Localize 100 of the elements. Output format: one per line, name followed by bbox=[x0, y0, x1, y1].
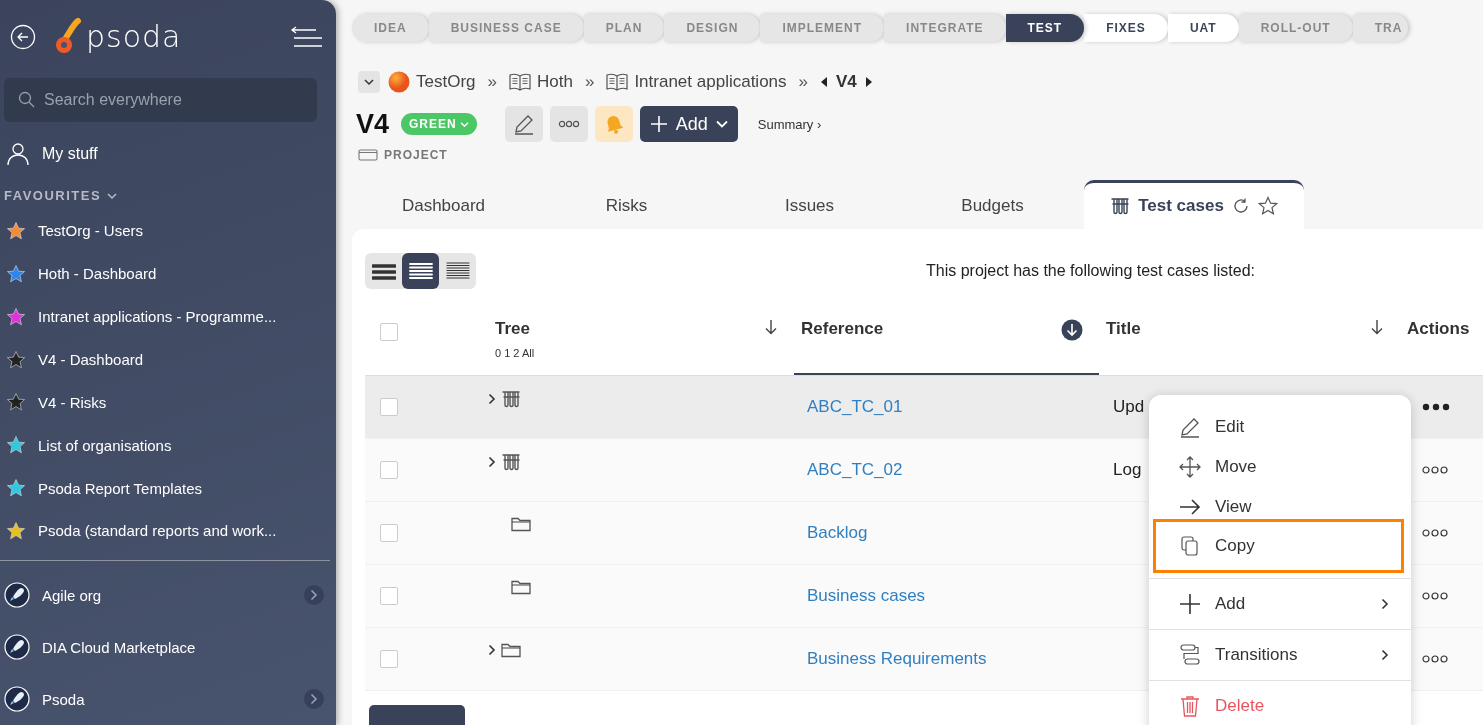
reference-link[interactable]: Backlog bbox=[807, 523, 868, 543]
actions-button[interactable] bbox=[1422, 403, 1450, 411]
test-tubes-icon bbox=[501, 453, 521, 471]
menu-item[interactable]: Delete bbox=[1149, 686, 1411, 725]
add-button[interactable]: Add bbox=[639, 106, 738, 142]
column-header[interactable]: Tree bbox=[495, 319, 764, 339]
edit-button[interactable] bbox=[504, 106, 543, 142]
favourite-link[interactable]: TestOrg - Users bbox=[38, 222, 143, 240]
reference-link[interactable]: Business Requirements bbox=[807, 649, 987, 669]
next-arrow-icon[interactable] bbox=[864, 77, 873, 87]
three-dots-icon bbox=[1422, 529, 1448, 537]
actions-button[interactable] bbox=[1422, 466, 1448, 474]
breadcrumb-link[interactable]: TestOrg bbox=[416, 72, 476, 92]
copy-icon bbox=[1179, 535, 1201, 557]
rocket-icon bbox=[4, 686, 30, 713]
favourite-link[interactable]: List of organisations bbox=[38, 436, 172, 454]
table-cell: Upd bbox=[1113, 397, 1145, 417]
expand-chevron-icon[interactable] bbox=[488, 456, 496, 468]
sort-down-icon[interactable] bbox=[1370, 319, 1384, 335]
summary-link[interactable]: Summary › bbox=[757, 116, 822, 132]
menu-item[interactable]: Transitions bbox=[1149, 635, 1411, 675]
stage-tab[interactable]: FIXES bbox=[1084, 14, 1168, 42]
select-all-checkbox[interactable] bbox=[380, 323, 398, 341]
row-checkbox[interactable] bbox=[380, 650, 398, 668]
favourite-link[interactable]: Intranet applications - Programme... bbox=[38, 308, 277, 326]
row-checkbox[interactable] bbox=[380, 461, 398, 479]
list-lines-icon bbox=[408, 260, 433, 282]
breadcrumb-separator: » bbox=[487, 72, 497, 92]
favourite-link[interactable]: Psoda (standard reports and work... bbox=[38, 522, 277, 540]
three-dots-icon bbox=[1422, 403, 1450, 411]
three-dots-icon bbox=[557, 120, 580, 128]
chevron-down-icon[interactable] bbox=[107, 191, 118, 200]
sort-down-icon[interactable] bbox=[1061, 319, 1083, 341]
three-dots-icon bbox=[1422, 466, 1448, 474]
ball-icon bbox=[388, 71, 410, 93]
previous-arrow-icon[interactable] bbox=[820, 77, 828, 87]
chevron-right-icon bbox=[310, 589, 318, 602]
breadcrumb-link[interactable]: Intranet applications bbox=[634, 72, 787, 92]
book-icon bbox=[606, 73, 629, 91]
plus-icon bbox=[1179, 593, 1201, 615]
menu-item[interactable]: Edit bbox=[1149, 407, 1411, 447]
organisation-link[interactable]: DIA Cloud Marketplace bbox=[42, 638, 324, 656]
expand-button[interactable] bbox=[304, 689, 324, 710]
column-header: Actions bbox=[1407, 319, 1470, 339]
actions-button[interactable] bbox=[1422, 655, 1448, 663]
row-checkbox[interactable] bbox=[380, 398, 398, 416]
test-tubes-icon bbox=[501, 390, 521, 408]
folder-icon bbox=[501, 642, 521, 658]
trash-icon bbox=[1179, 695, 1201, 717]
sort-down-icon[interactable] bbox=[764, 319, 778, 335]
reference-link[interactable]: ABC_TC_02 bbox=[807, 460, 903, 480]
pencil-icon bbox=[1179, 416, 1201, 438]
row-checkbox[interactable] bbox=[380, 587, 398, 605]
actions-button[interactable] bbox=[1422, 529, 1448, 537]
favourite-link[interactable]: Hoth - Dashboard bbox=[38, 265, 157, 283]
chevron-down-icon bbox=[459, 120, 469, 128]
menu-item[interactable]: Add bbox=[1149, 584, 1411, 624]
tree-depth-links[interactable]: 0 1 2 All bbox=[495, 347, 764, 359]
calendar-icon bbox=[358, 149, 378, 161]
search-field[interactable]: Search everywhere bbox=[4, 77, 317, 122]
favourite-link[interactable]: V4 - Risks bbox=[38, 393, 107, 411]
menu-item[interactable]: Move bbox=[1149, 447, 1411, 487]
menu-item[interactable]: Copy bbox=[1153, 519, 1404, 573]
search-icon bbox=[18, 90, 36, 109]
organisation-link[interactable]: Psoda bbox=[42, 690, 292, 708]
tab[interactable]: Dashboard bbox=[352, 183, 535, 229]
tab[interactable]: Budgets bbox=[901, 183, 1084, 229]
expand-button[interactable] bbox=[304, 585, 324, 606]
expand-chevron-icon[interactable] bbox=[488, 393, 496, 405]
tab[interactable]: Issues bbox=[718, 183, 901, 229]
breadcrumb-link[interactable]: Hoth bbox=[537, 72, 573, 92]
expand-chevron-icon[interactable] bbox=[488, 644, 496, 656]
stage-tab[interactable]: UAT bbox=[1167, 14, 1239, 42]
pencil-icon bbox=[512, 113, 535, 135]
reference-link[interactable]: Business cases bbox=[807, 586, 926, 606]
stage-tab[interactable]: TEST bbox=[1005, 14, 1085, 42]
dropdown-button[interactable] bbox=[358, 71, 380, 93]
favourite-link[interactable]: Psoda Report Templates bbox=[38, 479, 202, 497]
tab[interactable]: Risks bbox=[535, 183, 718, 229]
breadcrumb-separator: » bbox=[798, 72, 808, 92]
favourite-link[interactable]: V4 - Dashboard bbox=[38, 351, 144, 369]
refresh-icon[interactable] bbox=[1231, 197, 1250, 215]
row-checkbox[interactable] bbox=[380, 524, 398, 542]
view-mode-button[interactable] bbox=[402, 253, 439, 289]
sidebar-item[interactable]: My stuff bbox=[42, 144, 98, 163]
more-button[interactable] bbox=[549, 106, 588, 142]
reference-link[interactable]: ABC_TC_01 bbox=[807, 397, 903, 417]
three-dots-icon bbox=[1422, 655, 1448, 663]
list-lines-icon bbox=[445, 260, 470, 282]
column-header[interactable]: Title bbox=[1106, 319, 1141, 339]
project-type-label: PROJECT bbox=[384, 148, 448, 162]
project-title: V4 bbox=[356, 108, 390, 140]
organisation-link[interactable]: Agile org bbox=[42, 586, 292, 604]
menu-collapse-icon[interactable] bbox=[290, 25, 322, 48]
column-header[interactable]: Reference bbox=[801, 319, 884, 339]
intro-text: This project has the following test cases listed: bbox=[926, 262, 1256, 280]
actions-button[interactable] bbox=[1422, 592, 1448, 600]
tab[interactable]: Test cases bbox=[1084, 180, 1304, 229]
section-heading: FAVOURITES bbox=[4, 188, 102, 204]
star-icon[interactable] bbox=[1257, 196, 1278, 216]
